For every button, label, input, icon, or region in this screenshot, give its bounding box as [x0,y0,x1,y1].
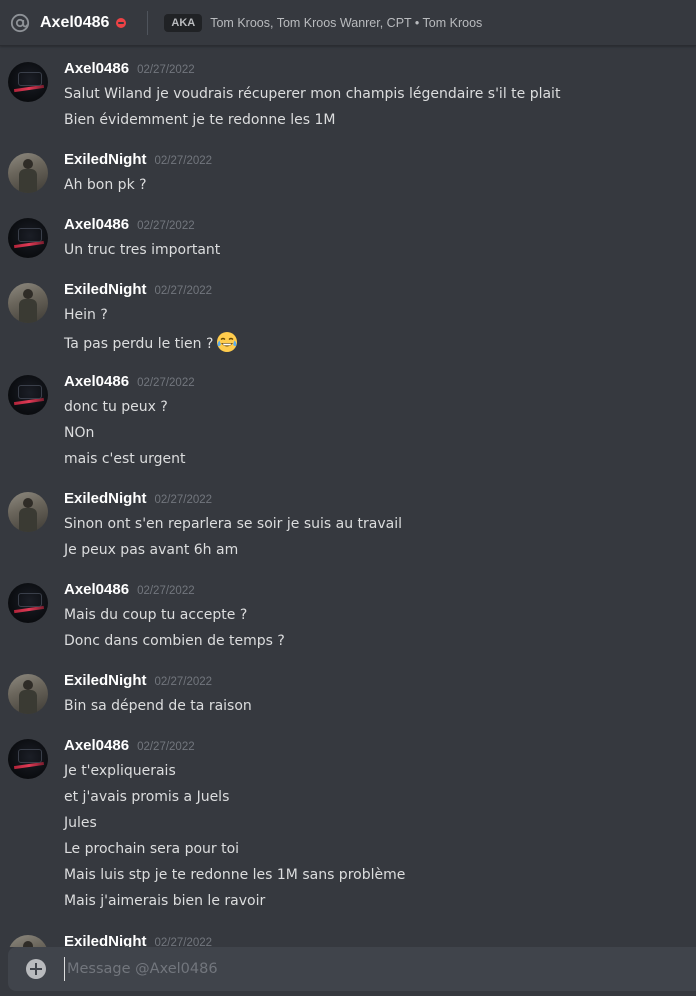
message-group: ExiledNight 02/27/2022 Hein ? Ta pas per… [0,281,696,353]
username[interactable]: Axel0486 [64,216,129,233]
message-list[interactable]: Axel0486 02/27/2022 Salut Wiland je voud… [0,47,696,947]
timestamp: 02/27/2022 [154,676,213,688]
avatar[interactable] [8,62,48,102]
avatar[interactable] [8,674,48,714]
dm-header: Axel0486 AKA Tom Kroos, Tom Kroos Wanrer… [0,0,696,46]
message-group: ExiledNight 02/27/2022 [0,933,696,947]
username[interactable]: ExiledNight [64,933,147,947]
message-text: Ta pas perdu le tien ? [64,331,238,354]
message-composer [8,947,696,991]
message-group: Axel0486 02/27/2022 Mais du coup tu acce… [0,581,696,653]
message-group: ExiledNight 02/27/2022 Bin sa dépend de … [0,672,696,716]
username[interactable]: ExiledNight [64,490,147,507]
message-text-content: Ta pas perdu le tien ? [64,336,214,352]
timestamp: 02/27/2022 [137,377,195,389]
timestamp: 02/27/2022 [137,220,195,232]
avatar[interactable] [8,583,48,623]
message-text: Ah bon pk ? [64,177,147,193]
timestamp: 02/27/2022 [154,494,213,506]
message-group: Axel0486 02/27/2022 Salut Wiland je voud… [0,60,696,130]
username[interactable]: ExiledNight [64,281,147,298]
username[interactable]: Axel0486 [64,581,129,598]
avatar[interactable] [8,218,48,258]
plus-circle-icon[interactable] [26,959,46,979]
message-text: Un truc tres important [64,242,221,258]
message-text: Mais j'aimerais bien le ravoir [64,893,266,909]
username[interactable]: Axel0486 [64,373,129,390]
username[interactable]: ExiledNight [64,672,147,689]
avatar[interactable] [8,492,48,532]
message-text: Mais luis stp je te redonne les 1M sans … [64,867,406,883]
avatar[interactable] [8,375,48,415]
message-text: Je t'expliquerais [64,763,176,779]
username[interactable]: Axel0486 [64,737,129,754]
message-text: Donc dans combien de temps ? [64,633,285,649]
username[interactable]: ExiledNight [64,151,147,168]
message-text: NOn [64,425,95,441]
message-text: Je peux pas avant 6h am [64,542,239,558]
aka-names: Tom Kroos, Tom Kroos Wanrer, CPT • Tom K… [210,15,483,30]
username[interactable]: Axel0486 [64,60,129,77]
avatar[interactable] [8,739,48,779]
avatar[interactable] [8,935,48,947]
dm-title: Axel0486 [40,13,110,31]
timestamp: 02/27/2022 [154,937,213,947]
message-text: donc tu peux ? [64,399,168,415]
message-group: Axel0486 02/27/2022 donc tu peux ? NOn m… [0,373,696,471]
message-text: Hein ? [64,307,108,323]
avatar[interactable] [8,283,48,323]
message-text: Bien évidemment je te redonne les 1M [64,112,336,128]
message-text: Sinon ont s'en reparlera se soir je suis… [64,516,403,532]
timestamp: 02/27/2022 [137,741,195,753]
message-text: Le prochain sera pour toi [64,841,240,857]
at-icon [10,13,30,33]
avatar[interactable] [8,153,48,193]
do-not-disturb-icon [116,17,127,28]
message-text: Salut Wiland je voudrais récuperer mon c… [64,86,561,102]
message-group: Axel0486 02/27/2022 Un truc tres importa… [0,216,696,260]
header-divider [147,10,149,35]
message-text: et j'avais promis a Juels [64,789,230,805]
message-group: ExiledNight 02/27/2022 Ah bon pk ? [0,151,696,195]
joy-emoji-icon[interactable] [216,331,238,353]
timestamp: 02/27/2022 [137,64,195,76]
aka-badge[interactable]: AKA [164,13,203,32]
message-input[interactable] [64,957,624,981]
timestamp: 02/27/2022 [137,585,195,597]
message-text: Jules [64,815,97,831]
timestamp: 02/27/2022 [154,155,213,167]
timestamp: 02/27/2022 [154,285,213,297]
message-text: Mais du coup tu accepte ? [64,607,248,623]
message-text: Bin sa dépend de ta raison [64,698,252,714]
message-group: ExiledNight 02/27/2022 Sinon ont s'en re… [0,490,696,562]
message-group: Axel0486 02/27/2022 Je t'expliquerais et… [0,737,696,913]
message-text: mais c'est urgent [64,451,186,467]
